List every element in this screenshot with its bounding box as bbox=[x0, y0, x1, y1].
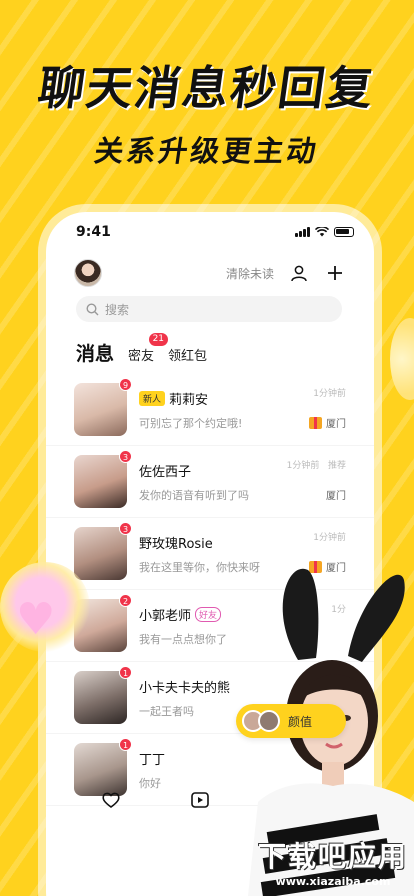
recommend-label: 推荐 bbox=[327, 461, 346, 471]
location-label: 厦门 bbox=[326, 491, 346, 502]
floating-match-pill[interactable]: 颜值 bbox=[236, 704, 346, 738]
conversation-avatar: 9 bbox=[74, 378, 132, 436]
gift-icon bbox=[309, 416, 322, 429]
wifi-icon bbox=[315, 227, 329, 237]
unread-badge: 3 bbox=[119, 450, 132, 463]
heart-icon[interactable] bbox=[101, 790, 121, 810]
tab-close-friends-label: 密友 bbox=[128, 349, 155, 364]
unread-badge: 9 bbox=[119, 378, 132, 391]
search-icon bbox=[86, 302, 99, 315]
friend-tag: 好友 bbox=[195, 606, 222, 622]
tab-messages[interactable]: 消息 bbox=[76, 339, 114, 366]
search-placeholder: 搜索 bbox=[105, 302, 130, 317]
pill-avatar bbox=[258, 710, 280, 732]
status-time: 9:41 bbox=[76, 224, 111, 240]
watermark: 下载吧应用 www.xiazaiba.com bbox=[258, 835, 408, 888]
conversation-row[interactable]: 3 佐佐西子 发你的语音有听到了吗 1分钟前 推荐 厦门 bbox=[46, 446, 374, 518]
contact-name: 佐佐西子 bbox=[139, 464, 192, 480]
contacts-button[interactable] bbox=[288, 262, 310, 284]
signal-icon bbox=[295, 227, 310, 237]
unread-badge: 1 bbox=[119, 738, 132, 751]
message-time: 1分钟前 bbox=[313, 389, 346, 399]
watermark-url: www.xiazaiba.com bbox=[275, 875, 391, 888]
contact-name: 小卡夫卡夫的熊 bbox=[139, 680, 231, 696]
pill-text: 颜值 bbox=[288, 714, 313, 729]
banner-subhead: 关系升级更主动 bbox=[92, 134, 322, 168]
person-icon bbox=[291, 265, 307, 282]
unread-badge: 2 bbox=[119, 594, 132, 607]
unread-badge: 1 bbox=[119, 666, 132, 679]
search-input[interactable]: 搜索 bbox=[76, 296, 342, 322]
message-time: 1分钟前 bbox=[286, 461, 320, 471]
conversation-avatar: 3 bbox=[74, 450, 132, 508]
status-bar: 9:41 bbox=[46, 212, 374, 252]
clear-unread-button[interactable]: 清除未读 bbox=[226, 265, 274, 282]
decor-heart-icon: ♥ bbox=[16, 594, 56, 645]
unread-badge: 3 bbox=[119, 522, 132, 535]
location-label: 厦门 bbox=[326, 419, 346, 430]
contact-name: 丁丁 bbox=[139, 752, 166, 768]
video-icon[interactable] bbox=[190, 790, 210, 810]
tab-red-packet[interactable]: 领红包 bbox=[168, 345, 207, 366]
conversation-avatar: 1 bbox=[74, 666, 132, 724]
contact-name: 莉莉安 bbox=[169, 392, 209, 408]
conversation-avatar: 3 bbox=[74, 522, 132, 580]
tab-badge: 21 bbox=[148, 333, 169, 346]
battery-icon bbox=[334, 227, 354, 237]
my-avatar[interactable] bbox=[74, 259, 102, 287]
new-user-tag: 新人 bbox=[139, 390, 166, 406]
contact-name: 小郭老师 bbox=[139, 608, 192, 624]
contact-name: 野玫瑰Rosie bbox=[139, 536, 213, 552]
plus-icon bbox=[328, 266, 342, 280]
banner-headline: 聊天消息秒回复 bbox=[34, 61, 379, 115]
add-button[interactable] bbox=[324, 262, 346, 284]
watermark-title: 下载吧应用 bbox=[257, 840, 408, 873]
top-toolbar: 清除未读 bbox=[46, 252, 374, 288]
tab-bar: 消息 密友 21 领红包 bbox=[46, 322, 374, 366]
conversation-row[interactable]: 9 新人 莉莉安 可别忘了那个约定哦! 1分钟前 厦门 bbox=[46, 374, 374, 446]
conversation-avatar: 1 bbox=[74, 738, 132, 796]
status-icons bbox=[295, 227, 354, 237]
tab-close-friends[interactable]: 密友 21 bbox=[128, 333, 169, 366]
